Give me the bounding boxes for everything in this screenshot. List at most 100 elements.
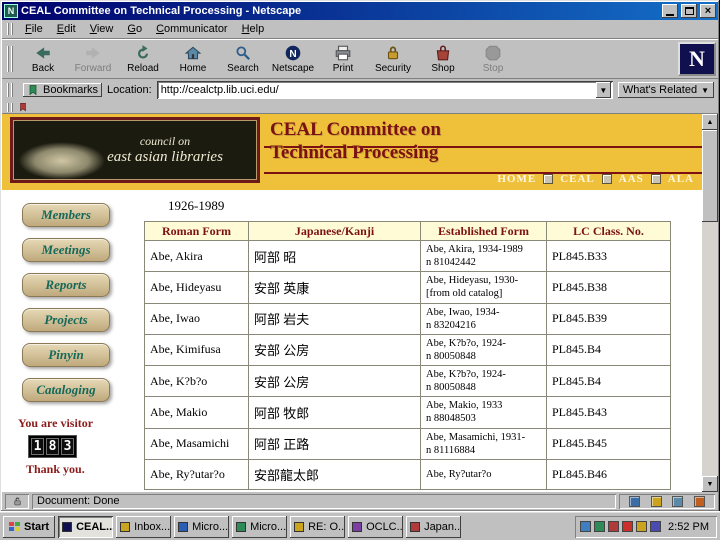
security-status-icon[interactable]: [5, 494, 29, 509]
menu-view[interactable]: View: [83, 21, 121, 38]
url-dropdown-button[interactable]: ▼: [595, 82, 611, 98]
cell-established-form: Abe, Akira, 1934-1989 n 81042442: [420, 239, 547, 273]
scroll-thumb[interactable]: [702, 130, 718, 222]
security-button[interactable]: Security: [368, 41, 418, 77]
taskbar-button-6[interactable]: Japan...: [406, 515, 462, 538]
nav-link-aas[interactable]: AAS: [619, 173, 644, 185]
cell-japanese-kanji: 阿部 牧郎: [248, 396, 421, 429]
sidebar-button-projects[interactable]: Projects: [22, 308, 110, 332]
cell-japanese-kanji: 阿部 岩夫: [248, 302, 421, 335]
menu-help[interactable]: Help: [235, 21, 272, 38]
netscape-throbber-logo[interactable]: N: [678, 42, 716, 76]
scroll-track[interactable]: [702, 130, 718, 476]
home-button[interactable]: Home: [168, 41, 218, 77]
menu-file[interactable]: File: [18, 21, 50, 38]
authority-table: Roman Form Japanese/Kanji Established Form…: [144, 221, 671, 490]
menu-edit[interactable]: Edit: [50, 21, 83, 38]
tray-icons: [580, 521, 662, 532]
cell-established-form: Abe, K?b?o, 1924- n 80050848: [420, 333, 547, 367]
cell-lc-class: PL845.B45: [546, 427, 671, 460]
table-row: Abe, Hideyasu 安部 英康 Abe, Hideyasu, 1930- […: [144, 271, 671, 304]
menu-go[interactable]: Go: [120, 21, 149, 38]
cell-lc-class: PL845.B33: [546, 239, 671, 273]
toolbar-button-label: Shop: [431, 63, 455, 74]
url-input[interactable]: http://cealctp.lib.uci.edu/ ▼: [156, 81, 613, 99]
maximize-button[interactable]: [681, 4, 697, 18]
cell-japanese-kanji: 阿部 正路: [248, 427, 421, 460]
close-button[interactable]: ×: [700, 4, 716, 18]
sidebar: Members Meetings Reports Projects Pinyin Cata…: [2, 190, 140, 492]
taskbar-button-2[interactable]: Micro...: [174, 515, 230, 538]
scroll-up-button[interactable]: ▲: [702, 114, 718, 130]
home-icon: [184, 44, 202, 62]
personal-grip[interactable]: [7, 102, 15, 112]
counter-digit: 3: [61, 438, 74, 455]
whats-related-label: What's Related: [622, 84, 698, 96]
nav-link-home[interactable]: HOME: [497, 173, 536, 185]
discussions-icon[interactable]: [672, 495, 684, 507]
cell-lc-class: PL845.B39: [546, 302, 671, 335]
network-icon[interactable]: [608, 521, 620, 532]
page-body: Members Meetings Reports Projects Pinyin Cata…: [2, 190, 702, 492]
taskbar-button-5[interactable]: OCLC...: [348, 515, 404, 538]
title-bar[interactable]: N CEAL Committee on Technical Processing…: [2, 2, 718, 20]
taskbar-button-3[interactable]: Micro...: [232, 515, 288, 538]
system-tray: 2:52 PM: [575, 516, 717, 538]
browser-window: N CEAL Committee on Technical Processing…: [0, 0, 720, 512]
sidebar-button-reports[interactable]: Reports: [22, 273, 110, 297]
reload-button[interactable]: Reload: [118, 41, 168, 77]
taskbar-button-icon: [120, 521, 131, 532]
cell-japanese-kanji: 安部 公房: [248, 333, 421, 367]
menu-grip[interactable]: [7, 22, 15, 36]
print-button[interactable]: Print: [318, 41, 368, 77]
sidebar-button-pinyin[interactable]: Pinyin: [22, 343, 110, 367]
ime-icon[interactable]: [622, 521, 634, 532]
taskbar-button-1[interactable]: Inbox...: [116, 515, 172, 538]
taskbar-button-4[interactable]: RE: O...: [290, 515, 346, 538]
composer-icon[interactable]: [693, 495, 705, 507]
taskbar-button-label: OCLC...: [366, 520, 404, 533]
table-row: Abe, Ry?utar?o 安部龍太郎 Abe, Ry?utar?o PL845.B…: [144, 458, 671, 490]
taskbar-button-label: Micro...: [192, 520, 229, 533]
nav-bullet-icon: [601, 174, 612, 184]
display-icon[interactable]: [594, 521, 606, 532]
nav-link-ceal[interactable]: CEAL: [560, 173, 595, 185]
stop-button[interactable]: Stop: [468, 41, 518, 77]
start-button[interactable]: Start: [3, 515, 56, 538]
start-label: Start: [24, 520, 50, 533]
nav-link-ala[interactable]: ALA: [668, 173, 694, 185]
cell-roman-form: Abe, Akira: [144, 239, 249, 273]
volume-icon[interactable]: [580, 521, 592, 532]
navigator-icon[interactable]: [629, 495, 641, 507]
shop-button[interactable]: Shop: [418, 41, 468, 77]
taskbar-button-0[interactable]: CEAL...: [58, 515, 114, 538]
back-button[interactable]: Back: [18, 41, 68, 77]
location-label: Location:: [107, 84, 152, 96]
forward-button[interactable]: Forward: [68, 41, 118, 77]
search-button[interactable]: Search: [218, 41, 268, 77]
page-viewport: council on east asian libraries CEAL Com…: [2, 114, 718, 492]
minimize-button[interactable]: [662, 4, 678, 18]
scroll-down-button[interactable]: ▼: [702, 476, 718, 492]
toolbar-grip[interactable]: [7, 46, 15, 72]
bookmarks-button[interactable]: Bookmarks: [23, 83, 103, 97]
scheduler-icon[interactable]: [636, 521, 648, 532]
personal-bookmark-icon[interactable]: [18, 102, 28, 112]
nav-bullet-icon: [650, 174, 661, 184]
site-banner: council on east asian libraries CEAL Com…: [2, 114, 702, 190]
menu-communicator[interactable]: Communicator: [149, 21, 235, 38]
sidebar-button-meetings[interactable]: Meetings: [22, 238, 110, 262]
netscape-button[interactable]: N Netscape: [268, 41, 318, 77]
sidebar-button-cataloging[interactable]: Cataloging: [22, 378, 110, 402]
mailbox-icon[interactable]: [650, 495, 662, 507]
whats-related-button[interactable]: What's Related ▼: [617, 82, 714, 98]
cell-lc-class: PL845.B4: [546, 333, 671, 367]
status-text: Document: Done: [32, 494, 616, 509]
council-line1: council on: [139, 134, 191, 148]
taskbar-button-icon: [178, 521, 189, 532]
security-tray-icon[interactable]: [650, 521, 662, 532]
thank-you-label: Thank you.: [26, 462, 85, 476]
location-grip[interactable]: [7, 83, 15, 97]
sidebar-button-members[interactable]: Members: [22, 203, 110, 227]
cell-roman-form: Abe, Hideyasu: [144, 271, 249, 304]
